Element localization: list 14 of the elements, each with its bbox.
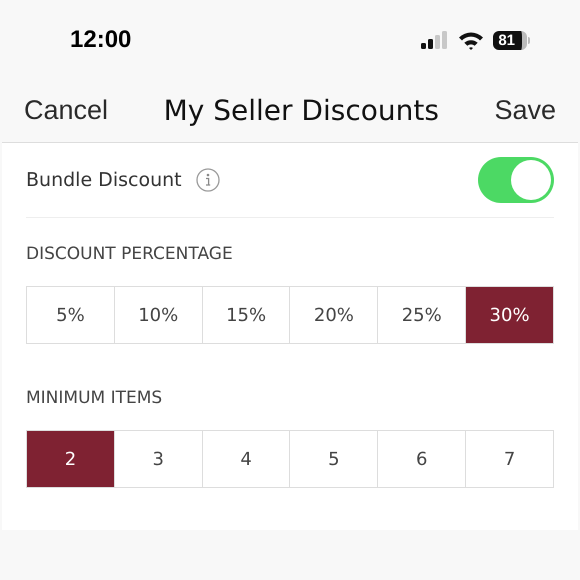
cancel-button[interactable]: Cancel bbox=[24, 94, 108, 126]
battery-icon: 81 bbox=[493, 30, 530, 50]
wifi-icon bbox=[458, 30, 484, 50]
clock-time: 12:00 bbox=[70, 26, 132, 54]
section-heading: MINIMUM ITEMS bbox=[26, 388, 164, 408]
bundle-discount-label: Bundle Discount bbox=[26, 169, 182, 191]
option-button[interactable]: 2 bbox=[27, 431, 114, 487]
page-title: My Seller Discounts bbox=[164, 94, 439, 126]
section-heading: DISCOUNT PERCENTAGE bbox=[26, 244, 234, 264]
option-button[interactable]: 30% bbox=[465, 287, 553, 343]
info-icon[interactable] bbox=[196, 168, 220, 192]
save-button[interactable]: Save bbox=[494, 94, 556, 126]
toggle-switch[interactable] bbox=[478, 157, 554, 203]
signal-icon bbox=[421, 31, 450, 49]
